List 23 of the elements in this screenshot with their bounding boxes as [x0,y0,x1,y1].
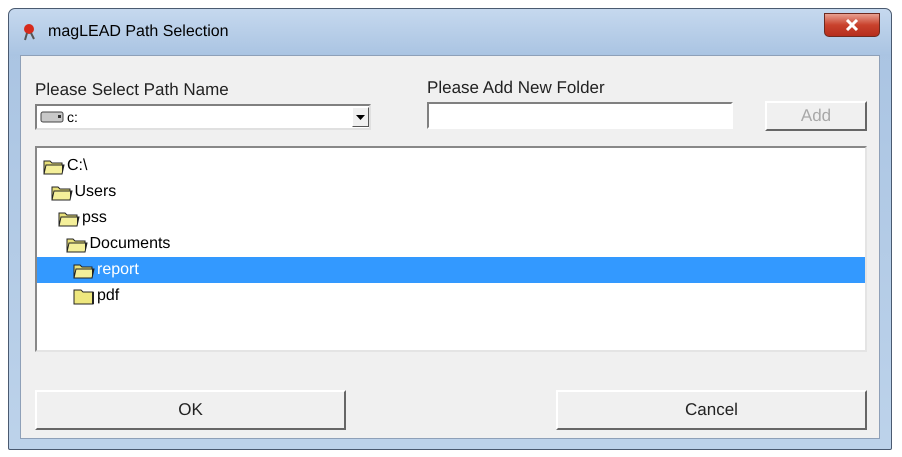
folder-name: report [96,260,140,280]
folder-name-field[interactable] [427,102,733,129]
close-icon [845,19,859,31]
tree-row[interactable]: pss [37,205,865,231]
tree-row[interactable]: pdf [37,283,865,309]
path-dropdown[interactable]: c: [35,104,371,130]
drive-icon [40,110,64,124]
tree-row[interactable]: C:\ [37,153,865,179]
folder-name[interactable]: Users [74,182,118,202]
tree-row[interactable]: Documents [37,231,865,257]
folder-name[interactable]: pss [81,208,108,228]
dropdown-value: c: [67,109,79,125]
caret-icon [356,114,365,120]
folder-name[interactable]: C:\ [66,156,88,176]
cancel-button[interactable]: Cancel [556,390,867,430]
window-title: magLEAD Path Selection [48,23,229,41]
ok-button[interactable]: OK [35,390,346,430]
folder-name[interactable]: pdf [96,286,120,306]
tree-row[interactable]: Users [37,179,865,205]
path-select-label: Please Select Path Name [35,80,230,100]
folder-name[interactable]: Documents [88,234,172,254]
new-folder-label: Please Add New Folder [427,78,606,98]
close-button[interactable] [824,13,880,37]
